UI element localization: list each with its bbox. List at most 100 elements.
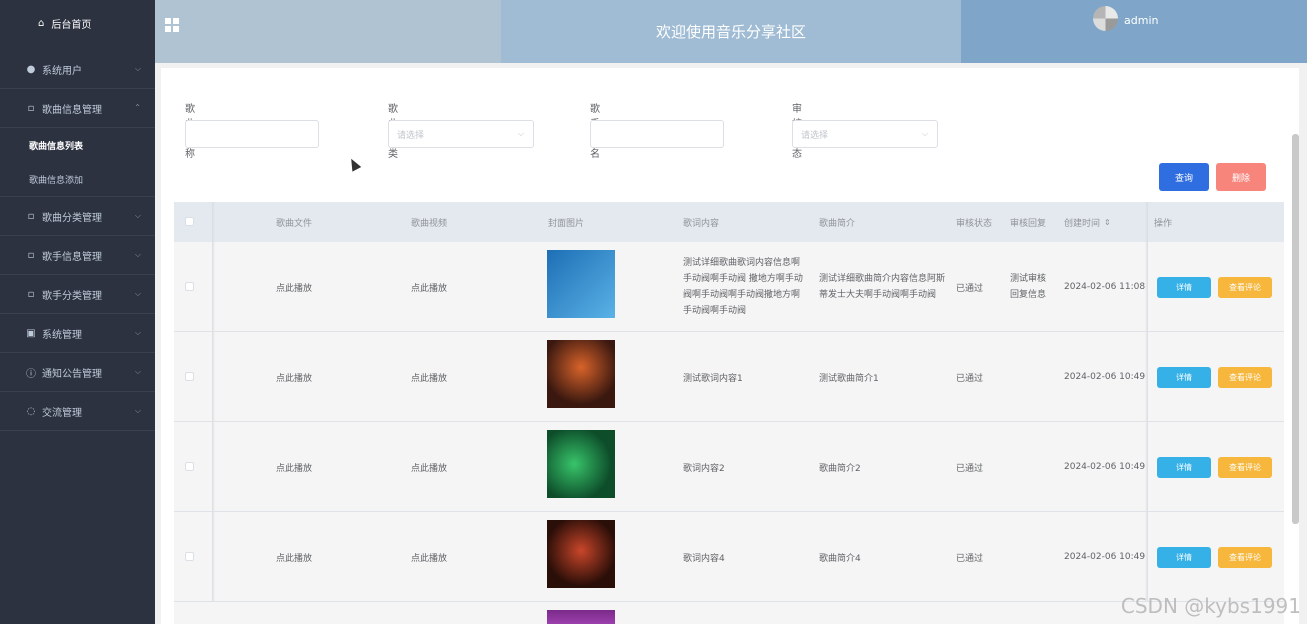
username[interactable]: admin (1124, 14, 1158, 27)
row-checkbox[interactable] (185, 282, 194, 291)
page-scrollbar[interactable] (1292, 134, 1299, 524)
sort-icon[interactable]: ⇕ (1104, 218, 1111, 227)
chevron-up-icon: ⌃ (134, 103, 141, 112)
document-icon: ▫ (27, 249, 35, 261)
sidebar-item-label: 系统管理 (42, 329, 82, 341)
sidebar-subitem-song-add[interactable]: 歌曲信息添加 (0, 162, 155, 196)
play-video-link[interactable]: 点此播放 (411, 512, 447, 602)
chevron-down-icon: ⌵ (134, 250, 141, 259)
delete-button[interactable]: 删除 (1216, 163, 1266, 191)
table-row: 点此播放 点此播放 歌词内容4 歌曲简介4 已通过 2024-02-06 10:… (174, 512, 1284, 602)
play-file-link[interactable]: 点此播放 (276, 242, 312, 332)
category-select[interactable]: 请选择 ⌵ (388, 120, 534, 148)
chat-icon: ◌ (26, 405, 36, 417)
sidebar-item-label: 歌曲分类管理 (42, 212, 102, 224)
sidebar-item-label: 通知公告管理 (42, 368, 102, 380)
chevron-down-icon: ⌵ (134, 328, 141, 337)
document-icon: ▫ (27, 210, 35, 222)
song-table: 歌曲文件 歌曲视频 封面图片 歌词内容 歌曲简介 审核状态 审核回复 创建时间 … (174, 202, 1284, 624)
sidebar-item-song-category[interactable]: ▫ 歌曲分类管理 ⌵ (0, 197, 155, 236)
status-cell: 已通过 (956, 553, 984, 564)
select-all-checkbox[interactable] (185, 217, 194, 226)
cover-image (547, 610, 615, 624)
sidebar-item-singer-category[interactable]: ▫ 歌手分类管理 ⌵ (0, 275, 155, 314)
song-name-label: 歌曲名称 (185, 104, 195, 160)
sidebar-home[interactable]: ⌂ 后台首页 (0, 0, 155, 46)
view-comments-button[interactable]: 查看评论 (1218, 367, 1272, 388)
fixed-column-shadow (212, 512, 215, 601)
sidebar: ⌂ 后台首页 ● 系统用户 ⌵ ▫ 歌曲信息管理 ⌃ 歌曲信息列表 歌曲信息添加… (0, 0, 155, 624)
sidebar-menu: ● 系统用户 ⌵ ▫ 歌曲信息管理 ⌃ 歌曲信息列表 歌曲信息添加 ▫ 歌曲分类… (0, 50, 155, 431)
singer-field: 歌手姓名 (590, 100, 724, 160)
info-icon: ⓘ (26, 368, 36, 380)
lyric-cell: 测试详细歌曲歌词内容信息啊手动阀啊手动阀 撒地方啊手动阀啊手动阀啊手动阀撒地方啊… (683, 242, 805, 332)
fixed-column-shadow (1145, 512, 1148, 601)
lyric-cell: 歌词内容2 (683, 463, 725, 474)
row-checkbox[interactable] (185, 372, 194, 381)
sidebar-item-system-management[interactable]: ▣ 系统管理 ⌵ (0, 314, 155, 353)
col-header-time[interactable]: 创建时间 ⇕ (1064, 202, 1111, 242)
fixed-column-shadow (212, 332, 215, 421)
row-checkbox[interactable] (185, 462, 194, 471)
sidebar-item-communication[interactable]: ◌ 交流管理 ⌵ (0, 392, 155, 431)
status-cell: 已通过 (956, 283, 984, 294)
sidebar-item-singer-info[interactable]: ▫ 歌手信息管理 ⌵ (0, 236, 155, 275)
category-label: 歌曲分类 (388, 104, 398, 160)
detail-button[interactable]: 详情 (1157, 457, 1211, 478)
avatar[interactable] (1093, 6, 1118, 31)
user-area[interactable]: admin (961, 0, 1307, 63)
sidebar-subitem-song-list[interactable]: 歌曲信息列表 (0, 128, 155, 162)
col-header-file: 歌曲文件 (276, 218, 313, 229)
sidebar-item-label: 歌手分类管理 (42, 290, 102, 302)
cover-image (547, 250, 615, 318)
row-checkbox[interactable] (185, 552, 194, 561)
header-title: 欢迎使用音乐分享社区 (501, 0, 961, 63)
review-select[interactable]: 请选择 ⌵ (792, 120, 938, 148)
time-cell: 2024-02-06 10:49:5 (1064, 462, 1146, 472)
table-row: 点此播放 点此播放 测试歌词内容1 测试歌曲简介1 已通过 2024-02-06… (174, 332, 1284, 422)
time-cell: 2024-02-06 11:08:5 (1064, 282, 1146, 292)
play-file-link[interactable]: 点此播放 (276, 422, 312, 512)
sidebar-item-label: 歌手信息管理 (42, 251, 102, 263)
document-icon: ▫ (27, 288, 35, 300)
detail-button[interactable]: 详情 (1157, 547, 1211, 568)
sidebar-item-song-info[interactable]: ▫ 歌曲信息管理 ⌃ (0, 89, 155, 128)
singer-input[interactable] (590, 120, 724, 148)
song-name-input[interactable] (185, 120, 319, 148)
view-comments-button[interactable]: 查看评论 (1218, 457, 1272, 478)
user-icon: ● (26, 63, 36, 75)
intro-cell: 测试详细歌曲简介内容信息阿斯蒂发士大夫啊手动阀啊手动阀 (819, 242, 945, 332)
cover-image (547, 340, 615, 408)
table-row: 点此播放 点此播放 测试详细歌曲歌词内容信息啊手动阀啊手动阀 撒地方啊手动阀啊手… (174, 242, 1284, 332)
play-video-link[interactable]: 点此播放 (411, 242, 447, 332)
fixed-column-shadow (212, 202, 215, 242)
detail-button[interactable]: 详情 (1157, 367, 1211, 388)
home-icon: ⌂ (38, 17, 45, 29)
col-header-lyric: 歌词内容 (683, 218, 720, 229)
search-button[interactable]: 查询 (1159, 163, 1209, 191)
col-header-ops: 操作 (1154, 218, 1173, 229)
col-header-time-label: 创建时间 (1064, 218, 1101, 229)
intro-cell: 歌曲简介4 (819, 553, 861, 564)
menu-grid-icon[interactable] (165, 18, 179, 32)
fixed-column-shadow (1145, 422, 1148, 511)
sidebar-submenu: 歌曲信息列表 歌曲信息添加 (0, 128, 155, 197)
play-file-link[interactable]: 点此播放 (276, 332, 312, 422)
content-panel: 歌曲名称 歌曲分类 请选择 ⌵ 歌手姓名 审核状态 请选择 ⌵ (161, 68, 1299, 624)
review-placeholder: 请选择 (801, 130, 829, 141)
sidebar-item-notice[interactable]: ⓘ 通知公告管理 ⌵ (0, 353, 155, 392)
col-header-cover: 封面图片 (548, 218, 585, 229)
detail-button[interactable]: 详情 (1157, 277, 1211, 298)
sidebar-item-system-users[interactable]: ● 系统用户 ⌵ (0, 50, 155, 89)
view-comments-button[interactable]: 查看评论 (1218, 547, 1272, 568)
chevron-down-icon: ⌵ (921, 129, 928, 138)
header-title-text: 欢迎使用音乐分享社区 (655, 23, 806, 41)
cover-image (547, 520, 615, 588)
chevron-down-icon: ⌵ (517, 129, 524, 138)
play-video-link[interactable]: 点此播放 (411, 422, 447, 512)
sidebar-item-label: 歌曲信息管理 (42, 104, 102, 116)
view-comments-button[interactable]: 查看评论 (1218, 277, 1272, 298)
play-video-link[interactable]: 点此播放 (411, 332, 447, 422)
play-file-link[interactable]: 点此播放 (276, 512, 312, 602)
chevron-down-icon: ⌵ (134, 211, 141, 220)
